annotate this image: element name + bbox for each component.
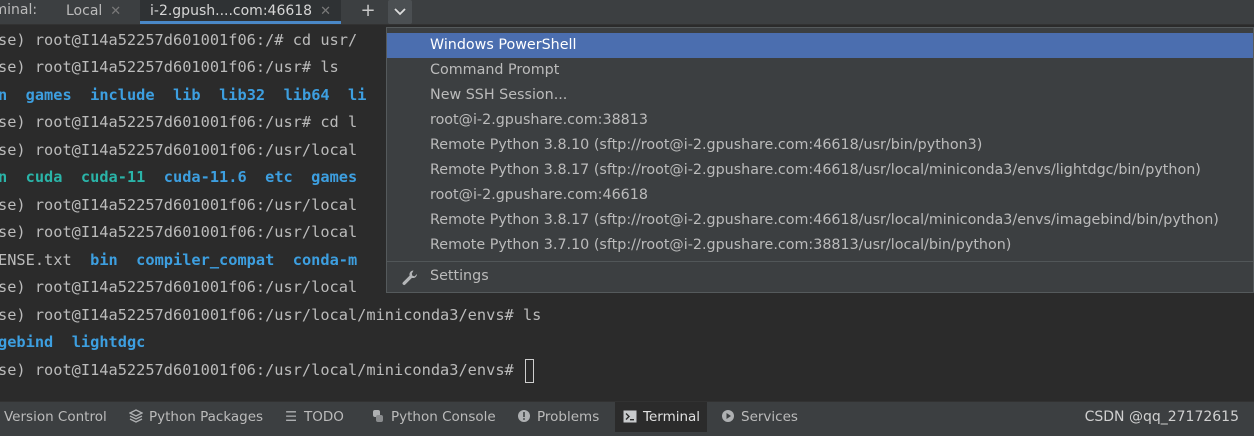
- terminal-line: se) root@I14a52257d601001f06:/usr/local/…: [0, 357, 534, 384]
- dir-entry: games: [25, 86, 72, 104]
- terminal-tab-bar: rminal: Local ✕ i-2.gpush....com:46618 ✕ +: [0, 0, 1254, 25]
- tool-terminal[interactable]: Terminal: [615, 402, 707, 433]
- settings-label: Settings: [430, 268, 489, 284]
- close-icon[interactable]: ✕: [110, 1, 121, 23]
- tool-services[interactable]: Services: [720, 402, 798, 433]
- dir-entry: compiler_compat: [136, 251, 275, 269]
- terminal-line: se) root@I14a52257d601001f06:/usr# cd l: [0, 113, 358, 131]
- tab-remote-session[interactable]: i-2.gpush....com:46618 ✕: [140, 0, 341, 24]
- dir-entry: n: [0, 86, 8, 104]
- file-entry: ENSE.txt: [0, 251, 72, 269]
- terminal-label: rminal:: [0, 2, 38, 18]
- text-cursor: [524, 358, 534, 383]
- list-icon: ☰: [284, 409, 298, 425]
- terminal-line: se) root@I14a52257d601001f06:/usr/local: [0, 196, 358, 214]
- watermark-credit: CSDN @qq_27172615: [1084, 409, 1239, 425]
- dir-entry: n: [0, 168, 8, 186]
- menu-item-command-prompt[interactable]: Command Prompt: [387, 58, 1253, 83]
- tool-window-bar: Version Control Python Packages ☰ TODO Py…: [0, 401, 1254, 433]
- dir-entry: li: [348, 86, 367, 104]
- problems-icon: [516, 402, 532, 433]
- tool-label: Terminal: [643, 409, 701, 425]
- tool-label: Python Console: [391, 409, 496, 425]
- terminal-line: se) root@I14a52257d601001f06:/# cd usr/: [0, 31, 358, 49]
- layers-icon: [128, 402, 144, 433]
- menu-item-remote-python-3810[interactable]: Remote Python 3.8.10 (sftp://root@i-2.gp…: [387, 133, 1253, 158]
- dir-entry: lib64: [283, 86, 330, 104]
- menu-item-windows-powershell[interactable]: Windows PowerShell: [387, 33, 1253, 58]
- tool-label: Python Packages: [149, 409, 264, 425]
- dir-entry: conda-m: [292, 251, 358, 269]
- tool-todo[interactable]: ☰ TODO: [283, 402, 344, 433]
- tab-label: i-2.gpush....com:46618: [150, 3, 313, 19]
- terminal-line: se) root@I14a52257d601001f06:/usr/local: [0, 223, 358, 241]
- dir-entry: cuda-11: [80, 168, 146, 186]
- tab-label: Local: [66, 3, 103, 19]
- new-session-dropdown: Windows PowerShell Command Prompt New SS…: [386, 27, 1254, 293]
- menu-item-remote-python-lightdgc[interactable]: Remote Python 3.8.17 (sftp://root@i-2.gp…: [387, 158, 1253, 183]
- terminal-line: se) root@I14a52257d601001f06:/usr/local/…: [0, 306, 542, 324]
- terminal-line: n games include lib lib32 lib64 li: [0, 82, 366, 109]
- python-icon: [370, 402, 386, 433]
- menu-item-ssh-38813[interactable]: root@i-2.gpushare.com:38813: [387, 108, 1253, 133]
- tool-python-packages[interactable]: Python Packages: [128, 402, 263, 433]
- terminal-line: se) root@I14a52257d601001f06:/usr/local: [0, 278, 358, 296]
- menu-divider: [387, 261, 1253, 262]
- dir-entry: etc: [265, 168, 293, 186]
- terminal-icon: [622, 402, 638, 433]
- menu-item-new-ssh-session[interactable]: New SSH Session...: [387, 83, 1253, 108]
- menu-item-ssh-46618[interactable]: root@i-2.gpushare.com:46618: [387, 183, 1253, 208]
- dir-entry: lightdgc: [71, 333, 146, 351]
- tab-local[interactable]: Local ✕: [66, 0, 121, 24]
- dir-entry: games: [311, 168, 358, 186]
- tool-label: Version Control: [4, 409, 107, 425]
- dir-entry: gebind: [0, 333, 54, 351]
- chevron-down-icon[interactable]: [388, 0, 412, 24]
- terminal-line: n cuda cuda-11 cuda-11.6 etc games: [0, 164, 357, 191]
- dir-entry: lib32: [219, 86, 266, 104]
- close-icon[interactable]: ✕: [320, 1, 331, 23]
- plus-icon[interactable]: +: [356, 0, 380, 24]
- terminal-line: se) root@I14a52257d601001f06:/usr/local: [0, 141, 358, 159]
- status-bar: [0, 432, 1254, 436]
- dir-entry: bin: [90, 251, 118, 269]
- menu-item-remote-python-imagebind[interactable]: Remote Python 3.8.17 (sftp://root@i-2.gp…: [387, 208, 1253, 233]
- tool-problems[interactable]: Problems: [516, 402, 599, 433]
- menu-item-remote-python-3710[interactable]: Remote Python 3.7.10 (sftp://root@i-2.gp…: [387, 233, 1253, 258]
- services-icon: [720, 402, 736, 433]
- dir-entry: lib: [173, 86, 201, 104]
- tool-label: Problems: [537, 409, 600, 425]
- terminal-line: se) root@I14a52257d601001f06:/usr# ls: [0, 58, 339, 76]
- tool-version-control[interactable]: Version Control: [4, 402, 107, 433]
- tool-python-console[interactable]: Python Console: [370, 402, 496, 433]
- wrench-icon: [402, 270, 418, 285]
- dir-entry: cuda: [25, 168, 63, 186]
- menu-item-settings[interactable]: Settings: [387, 264, 1253, 289]
- dir-entry: cuda-11.6: [163, 168, 247, 186]
- terminal-line: gebind lightdgc: [0, 329, 145, 356]
- terminal-line: ENSE.txt bin compiler_compat conda-m: [0, 247, 357, 274]
- tool-label: TODO: [304, 409, 344, 425]
- tool-label: Services: [741, 409, 798, 425]
- dir-entry: include: [90, 86, 155, 104]
